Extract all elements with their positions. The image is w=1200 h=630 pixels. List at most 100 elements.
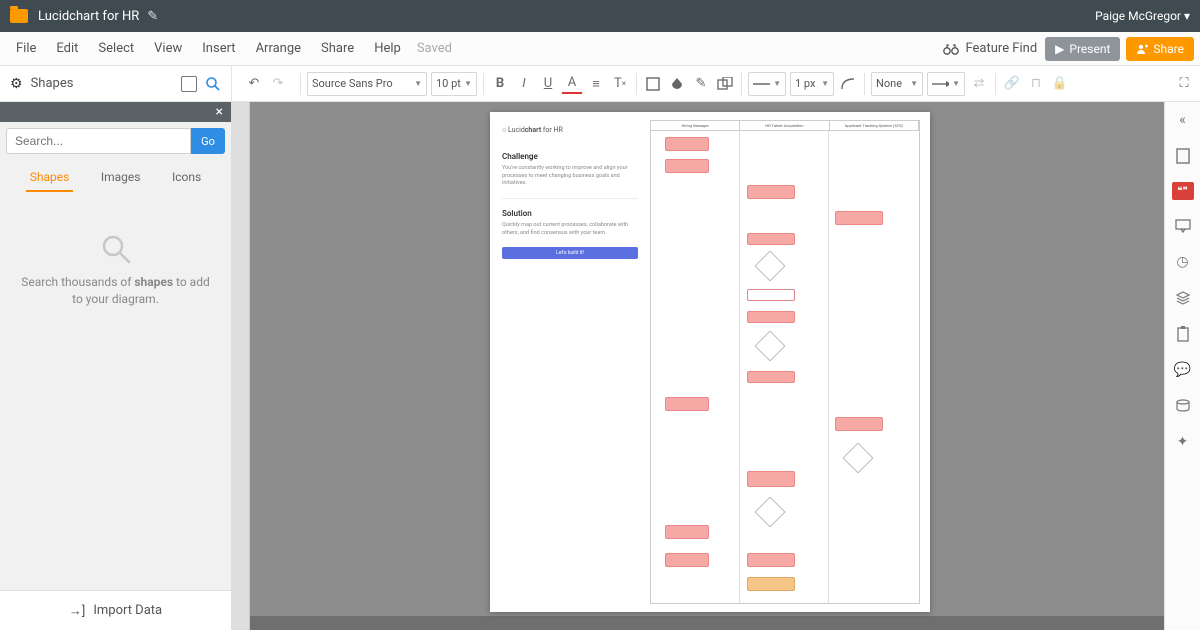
magnet-icon[interactable]: ⊓ (1026, 74, 1046, 94)
panel-tabs: Shapes Images Icons (0, 160, 231, 192)
undo-icon[interactable]: ↶ (244, 74, 264, 94)
title-bar: Lucidchart for HR ✎ Paige McGregor ▾ (0, 0, 1200, 32)
italic-icon[interactable]: I (514, 74, 534, 94)
person-plus-icon (1136, 43, 1148, 55)
lane-header-1: Hiring Manager (651, 121, 740, 130)
lock-icon[interactable]: 🔒 (1050, 74, 1070, 94)
data-icon[interactable] (1173, 396, 1193, 416)
image-shape-icon[interactable] (181, 76, 197, 92)
collapse-dock-icon[interactable]: « (1173, 110, 1193, 130)
underline-icon[interactable]: U (538, 74, 558, 94)
flow-box[interactable] (747, 185, 795, 199)
flow-box[interactable] (665, 159, 709, 173)
text-color-icon[interactable]: A (562, 74, 582, 94)
shapes-label: Shapes (31, 76, 173, 91)
align-icon[interactable]: ≡ (586, 74, 606, 94)
rename-icon[interactable]: ✎ (147, 9, 158, 24)
feature-find-button[interactable]: Feature Find (943, 41, 1037, 56)
page-icon[interactable] (1173, 146, 1193, 166)
right-dock: « ❝❞ ◷ 💬 ✦ (1164, 102, 1200, 630)
swap-arrows-icon[interactable]: ⇄ (969, 74, 989, 94)
line-type-icon[interactable] (838, 74, 858, 94)
menu-file[interactable]: File (6, 41, 46, 56)
font-family-select[interactable]: Source Sans Pro▼ (307, 72, 427, 96)
document-page[interactable]: ○ Lucidchart for HR Challenge You're con… (490, 112, 930, 612)
vertical-ruler (232, 102, 250, 630)
menu-edit[interactable]: Edit (46, 41, 88, 56)
history-icon[interactable]: ◷ (1173, 252, 1193, 272)
flow-box[interactable] (747, 311, 795, 323)
fullscreen-icon[interactable]: ⛶ (1174, 74, 1194, 94)
line-style-select[interactable]: ▼ (748, 72, 786, 96)
link-icon[interactable]: 🔗 (1002, 74, 1022, 94)
menu-bar: File Edit Select View Insert Arrange Sha… (0, 32, 1200, 66)
bold-icon[interactable]: B (490, 74, 510, 94)
menu-help[interactable]: Help (364, 41, 411, 56)
menu-share[interactable]: Share (311, 41, 364, 56)
import-data-button[interactable]: →] Import Data (0, 590, 231, 630)
arrow-start-select[interactable]: None▼ (871, 72, 923, 96)
panel-close-button[interactable]: × (0, 102, 231, 122)
menu-view[interactable]: View (144, 41, 192, 56)
binoculars-icon (943, 43, 959, 55)
font-size-select[interactable]: 10 pt▼ (431, 72, 477, 96)
heading-solution: Solution (502, 209, 638, 218)
tab-icons[interactable]: Icons (168, 164, 205, 192)
search-hint: Search thousands of shapes to add to you… (0, 274, 231, 308)
layers-icon[interactable] (1173, 288, 1193, 308)
flow-box[interactable] (747, 233, 795, 245)
line-width-select[interactable]: 1 px▼ (790, 72, 834, 96)
cta-button[interactable]: Let's build it! (502, 247, 638, 259)
text-solution: Quickly map out current processes, colla… (502, 222, 638, 237)
redo-icon[interactable]: ↷ (268, 74, 288, 94)
text-challenge: You're constantly working to improve and… (502, 165, 638, 188)
search-go-button[interactable]: Go (191, 128, 225, 154)
canvas[interactable]: ○ Lucidchart for HR Challenge You're con… (250, 102, 1164, 630)
import-icon: →] (69, 603, 85, 619)
flow-box[interactable] (665, 137, 709, 151)
clear-format-icon[interactable]: T× (610, 74, 630, 94)
shape-options-icon[interactable] (715, 74, 735, 94)
flow-box[interactable] (747, 577, 795, 591)
shapes-panel: × Go Shapes Images Icons Search thousand… (0, 102, 232, 630)
flow-box[interactable] (665, 553, 709, 567)
flow-box[interactable] (747, 471, 795, 487)
menu-select[interactable]: Select (88, 41, 144, 56)
comment-icon[interactable]: ❝❞ (1172, 182, 1194, 200)
fill-color-icon[interactable] (667, 74, 687, 94)
swimlane-flowchart[interactable]: Hiring Manager HR Talent Acquisition App… (650, 120, 920, 604)
shapes-panel-header: ⚙ Shapes (0, 66, 232, 102)
save-status: Saved (417, 41, 452, 56)
menu-insert[interactable]: Insert (192, 41, 245, 56)
flow-box[interactable] (747, 553, 795, 567)
flow-box[interactable] (747, 371, 795, 383)
document-title[interactable]: Lucidchart for HR (38, 9, 139, 24)
play-icon: ▶ (1055, 42, 1064, 56)
fill-shape-icon[interactable] (643, 74, 663, 94)
chat-icon[interactable]: 💬 (1173, 360, 1193, 380)
clipboard-icon[interactable] (1173, 324, 1193, 344)
menu-arrange[interactable]: Arrange (246, 41, 311, 56)
folder-icon[interactable] (10, 9, 28, 23)
arrow-end-select[interactable]: ▼ (927, 72, 965, 96)
doc-sidebar: ○ Lucidchart for HR Challenge You're con… (490, 112, 650, 612)
flow-box[interactable] (665, 525, 709, 539)
present-button[interactable]: ▶ Present (1045, 37, 1120, 61)
flow-box[interactable] (835, 417, 883, 431)
flow-box[interactable] (665, 397, 709, 411)
search-shape-icon[interactable] (205, 76, 221, 92)
lane-header-3: Applicant Tracking System (ATS) (830, 121, 919, 130)
sparkle-icon[interactable]: ✦ (1173, 432, 1193, 452)
shape-search-input[interactable] (6, 128, 191, 154)
border-color-icon[interactable]: ✎ (691, 74, 711, 94)
lane-header-2: HR Talent Acquisition (740, 121, 829, 130)
flow-box[interactable] (835, 211, 883, 225)
user-menu[interactable]: Paige McGregor ▾ (1095, 9, 1190, 23)
present-icon[interactable] (1173, 216, 1193, 236)
share-button[interactable]: Share (1126, 37, 1194, 61)
gear-icon[interactable]: ⚙ (10, 76, 23, 92)
close-icon: × (216, 104, 223, 120)
tab-shapes[interactable]: Shapes (26, 164, 74, 192)
tab-images[interactable]: Images (97, 164, 145, 192)
flow-box[interactable] (747, 289, 795, 301)
